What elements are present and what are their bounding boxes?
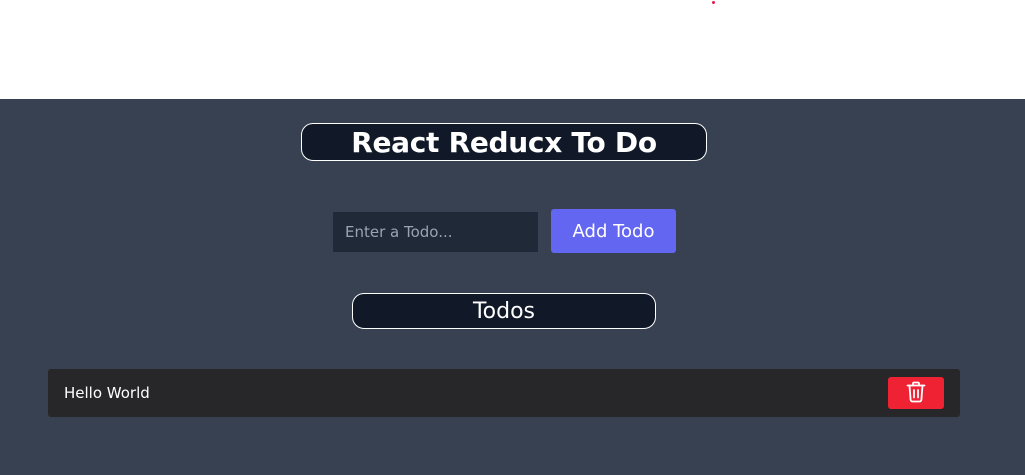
delete-todo-button[interactable] bbox=[888, 377, 944, 409]
todo-input[interactable] bbox=[333, 212, 538, 252]
add-todo-button[interactable]: Add Todo bbox=[551, 209, 676, 253]
todos-heading-box: Todos bbox=[352, 293, 656, 329]
top-blank-area bbox=[0, 0, 1025, 99]
todos-heading: Todos bbox=[472, 298, 536, 324]
todo-item: Hello World bbox=[48, 369, 960, 417]
trash-icon bbox=[906, 381, 926, 406]
title-box: React Reducx To Do bbox=[301, 123, 707, 161]
red-dot-marker bbox=[712, 1, 715, 4]
todo-app: React Reducx To Do Add Todo Todos Hello … bbox=[0, 99, 1025, 475]
page-title: React Reducx To Do bbox=[351, 125, 657, 159]
todo-item-text: Hello World bbox=[64, 384, 150, 402]
